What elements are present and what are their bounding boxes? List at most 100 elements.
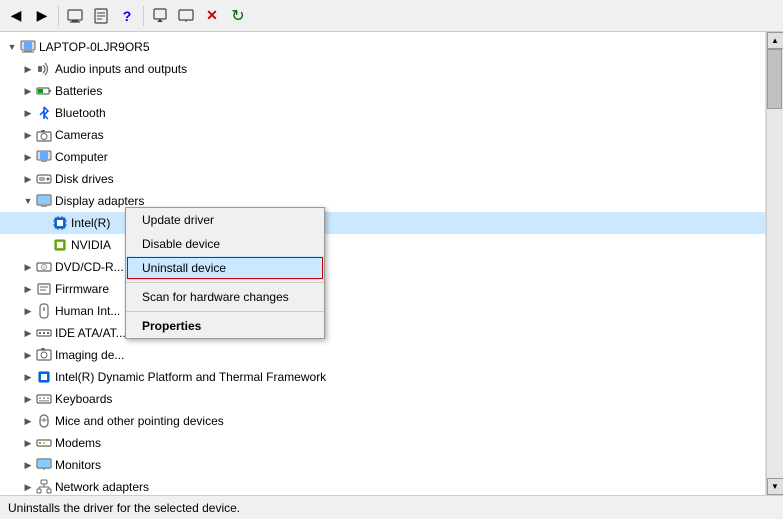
tree-item-dvd[interactable]: ▶ DVD/CD-R... [0,256,765,278]
audio-expand-icon[interactable]: ▶ [20,61,36,77]
monitor-button[interactable] [174,4,198,28]
update-driver-tb-button[interactable] [148,4,172,28]
ctx-update-driver[interactable]: Update driver [126,208,324,232]
dvd-expand-icon[interactable]: ▶ [20,259,36,275]
ideata-label: IDE ATA/AT... [55,326,126,340]
mouse-icon [36,413,52,429]
scroll-thumb[interactable] [767,49,782,109]
separator2 [143,6,144,26]
computer-icon [20,39,36,55]
forward-button[interactable]: ▶ [30,4,54,28]
firmware-icon [36,281,52,297]
back-button[interactable]: ◀ [4,4,28,28]
separator1 [58,6,59,26]
camera-icon [36,127,52,143]
tree-item-bluetooth[interactable]: ▶ Bluetooth [0,102,765,124]
tree-item-nvidia[interactable]: ▶ NVIDIA [0,234,765,256]
computer-button[interactable] [63,4,87,28]
root-expand-icon[interactable]: ▼ [4,39,20,55]
keyboards-expand-icon[interactable]: ▶ [20,391,36,407]
tree-item-audio[interactable]: ▶ Audio inputs and outputs [0,58,765,80]
tree-item-network[interactable]: ▶ Network adapters [0,476,765,495]
modem-icon [36,435,52,451]
monitors-label: Monitors [55,458,101,472]
nvidia-label: NVIDIA [71,238,111,252]
tree-item-computer[interactable]: ▶ Computer [0,146,765,168]
imaging-label: Imaging de... [55,348,124,362]
disk-icon [36,171,52,187]
tree-item-monitors[interactable]: ▶ Monitors [0,454,765,476]
tree-item-firmware[interactable]: ▶ Firrmware [0,278,765,300]
keyboard-icon [36,391,52,407]
ide-icon [36,325,52,341]
intel-label: Intel(R) [71,216,110,230]
batteries-expand-icon[interactable]: ▶ [20,83,36,99]
tree-item-displayadapters[interactable]: ▼ Display adapters [0,190,765,212]
cameras-expand-icon[interactable]: ▶ [20,127,36,143]
tree-item-ideata[interactable]: ▶ IDE ATA/AT... [0,322,765,344]
tree-item-mice[interactable]: ▶ Mice and other pointing devices [0,410,765,432]
tree-item-modems[interactable]: ▶ Modems [0,432,765,454]
computer-expand-icon[interactable]: ▶ [20,149,36,165]
statusbar-text: Uninstalls the driver for the selected d… [8,501,240,515]
root-label: LAPTOP-0LJR9OR5 [39,40,150,54]
tree-item-cameras[interactable]: ▶ Cameras [0,124,765,146]
firmware-label: Firrmware [55,282,109,296]
mice-label: Mice and other pointing devices [55,414,224,428]
intelplatform-label: Intel(R) Dynamic Platform and Thermal Fr… [55,370,326,384]
battery-icon [36,83,52,99]
firmware-expand-icon[interactable]: ▶ [20,281,36,297]
scrollbar[interactable]: ▲ ▼ [766,32,783,495]
tree-item-keyboards[interactable]: ▶ Keyboards [0,388,765,410]
tree-item-imaging[interactable]: ▶ Imaging de... [0,344,765,366]
context-menu: Update driver Disable device Uninstall d… [125,207,325,339]
intel-platform-icon [36,369,52,385]
display-expand-icon[interactable]: ▼ [20,193,36,209]
modems-expand-icon[interactable]: ▶ [20,435,36,451]
ctx-properties[interactable]: Properties [126,314,324,338]
remove-button[interactable]: ✕ [200,4,224,28]
ctx-disable-device[interactable]: Disable device [126,232,324,256]
bluetooth-label: Bluetooth [55,106,106,120]
network-expand-icon[interactable]: ▶ [20,479,36,495]
nvidia-expand-icon: ▶ [36,237,52,253]
mice-expand-icon[interactable]: ▶ [20,413,36,429]
tree-item-batteries[interactable]: ▶ Batteries [0,80,765,102]
computer-tree-icon [36,149,52,165]
monitors-expand-icon[interactable]: ▶ [20,457,36,473]
batteries-label: Batteries [55,84,102,98]
tree-item-humanint[interactable]: ▶ Human Int... [0,300,765,322]
properties-button[interactable] [89,4,113,28]
diskdrives-label: Disk drives [55,172,114,186]
ctx-uninstall-device[interactable]: Uninstall device [126,256,324,280]
ide-expand-icon[interactable]: ▶ [20,325,36,341]
help-button[interactable]: ? [115,4,139,28]
bluetooth-expand-icon[interactable]: ▶ [20,105,36,121]
scroll-track[interactable] [767,49,783,478]
keyboards-label: Keyboards [55,392,112,406]
chip-icon-intel [52,215,68,231]
network-icon [36,479,52,495]
display-icon [36,193,52,209]
device-tree[interactable]: ▼ LAPTOP-0LJR9OR5 ▶ [0,32,766,495]
tree-item-intelplatform[interactable]: ▶ Intel(R) Dynamic Platform and Thermal … [0,366,765,388]
disk-expand-icon[interactable]: ▶ [20,171,36,187]
ctx-scan-changes[interactable]: Scan for hardware changes [126,285,324,309]
dvd-label: DVD/CD-R... [55,260,124,274]
imaging-icon [36,347,52,363]
hid-expand-icon[interactable]: ▶ [20,303,36,319]
tree-item-diskdrives[interactable]: ▶ Disk drives [0,168,765,190]
hid-icon [36,303,52,319]
imaging-expand-icon[interactable]: ▶ [20,347,36,363]
bluetooth-icon [36,105,52,121]
tree-root[interactable]: ▼ LAPTOP-0LJR9OR5 [0,36,765,58]
cameras-label: Cameras [55,128,104,142]
audio-label: Audio inputs and outputs [55,62,187,76]
scan-button[interactable]: ↻ [226,4,250,28]
tree-item-intel[interactable]: ▶ Intel(R) [0,212,765,234]
ctx-sep1 [126,282,324,283]
statusbar: Uninstalls the driver for the selected d… [0,495,783,519]
scroll-down-button[interactable]: ▼ [767,478,783,495]
scroll-up-button[interactable]: ▲ [767,32,783,49]
intelplatform-expand-icon[interactable]: ▶ [20,369,36,385]
